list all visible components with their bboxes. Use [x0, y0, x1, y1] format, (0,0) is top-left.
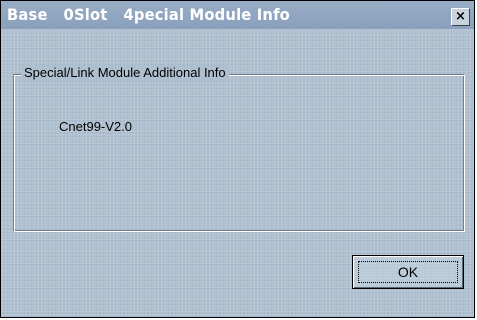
title-bar[interactable]: Base 0Slot 4pecial Module Info ×: [1, 1, 474, 29]
window-title: Base 0Slot 4pecial Module Info: [7, 5, 290, 24]
ok-button-label: OK: [397, 264, 419, 280]
module-info-value: Cnet99-V2.0: [59, 119, 132, 134]
dialog-window: Base 0Slot 4pecial Module Info × Special…: [0, 0, 475, 318]
groupbox-legend: Special/Link Module Additional Info: [21, 65, 229, 81]
ok-button[interactable]: OK: [352, 255, 464, 289]
close-button[interactable]: ×: [451, 8, 470, 26]
module-info-groupbox: [13, 74, 465, 232]
close-icon: ×: [455, 9, 466, 24]
